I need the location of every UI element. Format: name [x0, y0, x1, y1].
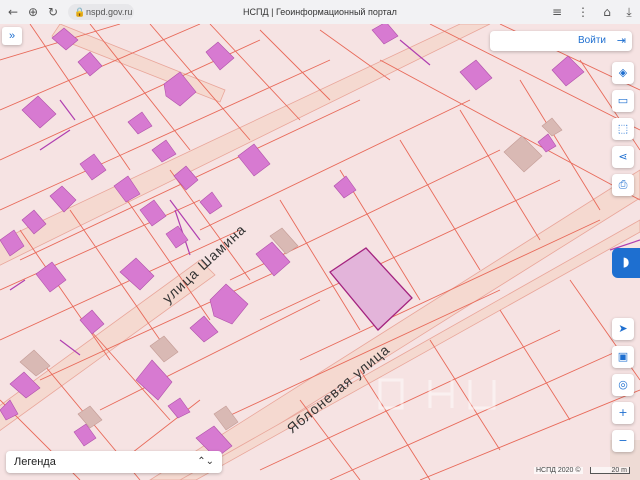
url-text: nspd.gov.ru [86, 7, 133, 17]
print-icon: ⎙ [618, 178, 628, 191]
map-credit: НСПД 2020 © [534, 467, 583, 474]
bookmark-icon[interactable]: ⌂ [598, 3, 616, 21]
tab-title: НСПД | Геоинформационный портал [243, 7, 397, 17]
gps-button[interactable]: ◎ [612, 374, 634, 396]
address-bar[interactable]: 🔒 nspd.gov.ru [68, 4, 134, 20]
layers-icon: ◈ [618, 66, 628, 79]
select-area-button[interactable]: ⬚ [612, 118, 634, 140]
login-button[interactable]: Войти ⇥ [490, 31, 632, 51]
zoom-in-button[interactable]: + [612, 402, 634, 424]
expand-panel-button[interactable]: » [2, 27, 22, 45]
back-icon[interactable]: ← [4, 3, 22, 21]
locate-button[interactable]: ➤ [612, 318, 634, 340]
chevron-updown-icon: ⌃⌄ [197, 456, 214, 467]
select-area-icon: ⬚ [617, 122, 629, 135]
print-button[interactable]: ⎙ [612, 174, 634, 196]
menu-icon[interactable]: ≡ [548, 3, 566, 21]
login-label: Войти [578, 35, 606, 46]
minimap-icon: ▣ [617, 350, 629, 363]
ruler-icon: ▭ [617, 94, 629, 107]
legend-dropdown[interactable]: Легенда ⌃⌄ [6, 451, 222, 473]
cadastral-map[interactable]: улица Шамина Яблоневая улица [0, 24, 640, 480]
forward-icon[interactable]: ⊕ [24, 3, 42, 21]
legend-label: Легенда [14, 456, 56, 468]
chat-bubble-icon: ◗ [622, 255, 630, 270]
ruler-button[interactable]: ▭ [612, 90, 634, 112]
info-tab-button[interactable]: ◗ [612, 248, 640, 278]
gps-icon: ◎ [618, 378, 628, 391]
layers-button[interactable]: ◈ [612, 62, 634, 84]
scale-label: 20 m [611, 467, 627, 474]
lock-icon: 🔒 [74, 7, 86, 17]
browser-toolbar: ← ⊕ ↻ 🔒 nspd.gov.ru НСПД | Геоинформацио… [0, 0, 640, 25]
zoom-out-button[interactable]: − [612, 430, 634, 452]
share-icon: ⋖ [618, 150, 628, 163]
zoom-out-icon: − [618, 434, 628, 447]
zoom-in-icon: + [618, 406, 628, 419]
double-chevron-right-icon: » [8, 30, 16, 42]
login-icon: ⇥ [616, 35, 626, 47]
locate-icon: ➤ [618, 322, 628, 335]
download-icon[interactable]: ⤓ [620, 3, 638, 21]
scale-bar: 20 m [590, 467, 630, 474]
reload-icon[interactable]: ↻ [44, 3, 62, 21]
pin-icon[interactable]: ⋮ [574, 3, 592, 21]
minimap-button[interactable]: ▣ [612, 346, 634, 368]
share-button[interactable]: ⋖ [612, 146, 634, 168]
